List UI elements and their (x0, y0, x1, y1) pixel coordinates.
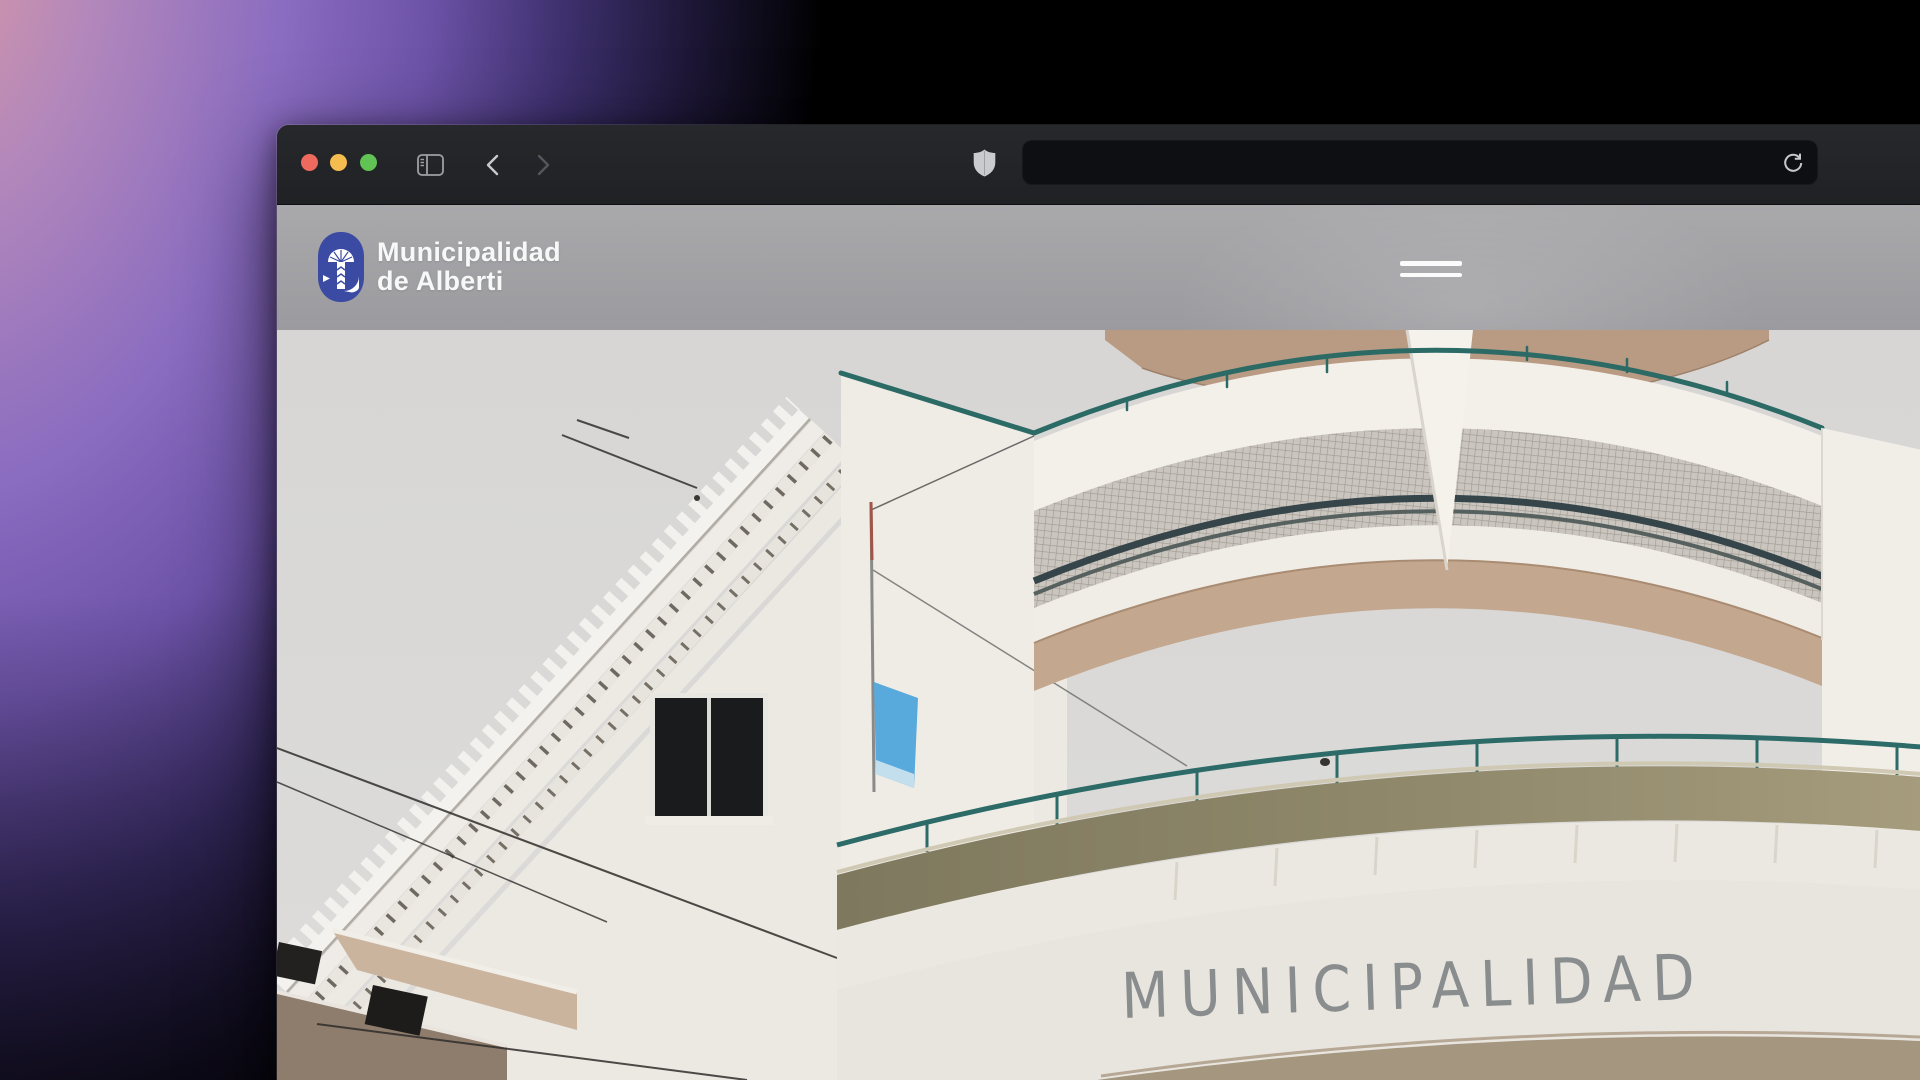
hero-photo-municipal-building: MUNICIPALIDAD (277, 330, 1920, 1080)
minimize-button[interactable] (330, 154, 347, 171)
back-icon[interactable] (483, 153, 503, 177)
building-window (645, 696, 773, 826)
hamburger-menu-icon[interactable] (1400, 261, 1462, 284)
reload-icon[interactable] (1781, 151, 1805, 175)
site-title-line2: de Alberti (377, 267, 561, 296)
sidebar-toggle-icon[interactable] (417, 153, 444, 177)
address-bar[interactable] (1022, 140, 1818, 185)
site-title: Municipalidad de Alberti (377, 238, 561, 296)
shield-icon[interactable] (973, 149, 996, 177)
desktop: Municipalidad de Alberti (0, 0, 1920, 1080)
municipal-crest-icon (318, 232, 364, 302)
site-logo[interactable]: Municipalidad de Alberti (318, 232, 561, 302)
close-button[interactable] (301, 154, 318, 171)
zoom-button[interactable] (360, 154, 377, 171)
site-title-line1: Municipalidad (377, 238, 561, 267)
browser-toolbar (277, 125, 1920, 205)
site-header: Municipalidad de Alberti (277, 205, 1920, 330)
address-input[interactable] (1023, 141, 1817, 184)
forward-icon[interactable] (533, 153, 553, 177)
browser-window: Municipalidad de Alberti (277, 125, 1920, 1080)
